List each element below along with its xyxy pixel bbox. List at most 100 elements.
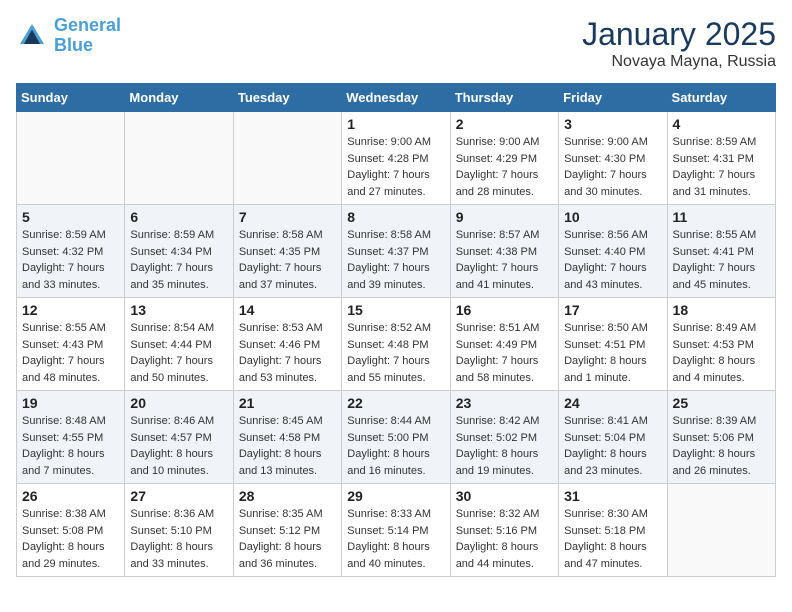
week-row-1: 1 Sunrise: 9:00 AM Sunset: 4:28 PM Daylig… xyxy=(17,112,776,205)
calendar-table: SundayMondayTuesdayWednesdayThursdayFrid… xyxy=(16,83,776,577)
day-number: 2 xyxy=(456,116,553,132)
calendar-cell xyxy=(233,112,341,205)
calendar-cell: 29 Sunrise: 8:33 AM Sunset: 5:14 PM Dayli… xyxy=(342,484,450,577)
day-number: 20 xyxy=(130,395,227,411)
calendar-cell: 24Sunrise: 8:41 AM Sunset: 5:04 PM Dayli… xyxy=(559,391,667,484)
calendar-cell: 11 Sunrise: 8:55 AM Sunset: 4:41 PM Dayli… xyxy=(667,205,775,298)
weekday-header-saturday: Saturday xyxy=(667,84,775,112)
weekday-header-thursday: Thursday xyxy=(450,84,558,112)
day-number: 1 xyxy=(347,116,444,132)
day-info: Sunrise: 8:53 AM Sunset: 4:46 PM Dayligh… xyxy=(239,320,336,386)
week-row-5: 26Sunrise: 8:38 AM Sunset: 5:08 PM Dayli… xyxy=(17,484,776,577)
calendar-cell: 25Sunrise: 8:39 AM Sunset: 5:06 PM Dayli… xyxy=(667,391,775,484)
week-row-3: 12 Sunrise: 8:55 AM Sunset: 4:43 PM Dayli… xyxy=(17,298,776,391)
calendar-cell: 7 Sunrise: 8:58 AM Sunset: 4:35 PM Daylig… xyxy=(233,205,341,298)
day-number: 24 xyxy=(564,395,661,411)
calendar-cell: 31Sunrise: 8:30 AM Sunset: 5:18 PM Dayli… xyxy=(559,484,667,577)
weekday-header-row: SundayMondayTuesdayWednesdayThursdayFrid… xyxy=(17,84,776,112)
day-number: 13 xyxy=(130,302,227,318)
week-row-4: 19 Sunrise: 8:48 AM Sunset: 4:55 PM Dayli… xyxy=(17,391,776,484)
calendar-cell: 15 Sunrise: 8:52 AM Sunset: 4:48 PM Dayli… xyxy=(342,298,450,391)
day-info: Sunrise: 8:52 AM Sunset: 4:48 PM Dayligh… xyxy=(347,320,444,386)
page-header: General Blue January 2025 Novaya Mayna, … xyxy=(16,16,776,71)
day-info: Sunrise: 8:42 AM Sunset: 5:02 PM Dayligh… xyxy=(456,413,553,479)
day-info: Sunrise: 9:00 AM Sunset: 4:28 PM Dayligh… xyxy=(347,134,444,200)
day-info: Sunrise: 8:48 AM Sunset: 4:55 PM Dayligh… xyxy=(22,413,119,479)
calendar-cell xyxy=(125,112,233,205)
calendar-cell: 30 Sunrise: 8:32 AM Sunset: 5:16 PM Dayli… xyxy=(450,484,558,577)
calendar-cell: 28Sunrise: 8:35 AM Sunset: 5:12 PM Dayli… xyxy=(233,484,341,577)
day-info: Sunrise: 8:59 AM Sunset: 4:32 PM Dayligh… xyxy=(22,227,119,293)
logo: General Blue xyxy=(16,16,121,56)
day-info: Sunrise: 8:45 AM Sunset: 4:58 PM Dayligh… xyxy=(239,413,336,479)
calendar-cell: 10 Sunrise: 8:56 AM Sunset: 4:40 PM Dayli… xyxy=(559,205,667,298)
day-number: 30 xyxy=(456,488,553,504)
day-info: Sunrise: 8:54 AM Sunset: 4:44 PM Dayligh… xyxy=(130,320,227,386)
day-info: Sunrise: 8:55 AM Sunset: 4:43 PM Dayligh… xyxy=(22,320,119,386)
day-info: Sunrise: 8:44 AM Sunset: 5:00 PM Dayligh… xyxy=(347,413,444,479)
calendar-cell: 6 Sunrise: 8:59 AM Sunset: 4:34 PM Daylig… xyxy=(125,205,233,298)
weekday-header-wednesday: Wednesday xyxy=(342,84,450,112)
calendar-cell xyxy=(17,112,125,205)
day-info: Sunrise: 8:56 AM Sunset: 4:40 PM Dayligh… xyxy=(564,227,661,293)
calendar-cell: 18 Sunrise: 8:49 AM Sunset: 4:53 PM Dayli… xyxy=(667,298,775,391)
month-title: January 2025 xyxy=(582,16,776,53)
day-number: 9 xyxy=(456,209,553,225)
calendar-cell: 13 Sunrise: 8:54 AM Sunset: 4:44 PM Dayli… xyxy=(125,298,233,391)
day-info: Sunrise: 8:59 AM Sunset: 4:34 PM Dayligh… xyxy=(130,227,227,293)
day-number: 10 xyxy=(564,209,661,225)
day-info: Sunrise: 8:35 AM Sunset: 5:12 PM Dayligh… xyxy=(239,506,336,572)
day-number: 5 xyxy=(22,209,119,225)
calendar-cell: 21 Sunrise: 8:45 AM Sunset: 4:58 PM Dayli… xyxy=(233,391,341,484)
day-number: 6 xyxy=(130,209,227,225)
calendar-cell: 20 Sunrise: 8:46 AM Sunset: 4:57 PM Dayli… xyxy=(125,391,233,484)
calendar-cell: 27 Sunrise: 8:36 AM Sunset: 5:10 PM Dayli… xyxy=(125,484,233,577)
logo-text: General Blue xyxy=(54,16,121,56)
day-number: 15 xyxy=(347,302,444,318)
day-number: 29 xyxy=(347,488,444,504)
day-info: Sunrise: 8:58 AM Sunset: 4:35 PM Dayligh… xyxy=(239,227,336,293)
calendar-cell: 5 Sunrise: 8:59 AM Sunset: 4:32 PM Daylig… xyxy=(17,205,125,298)
calendar-cell: 23 Sunrise: 8:42 AM Sunset: 5:02 PM Dayli… xyxy=(450,391,558,484)
day-info: Sunrise: 8:46 AM Sunset: 4:57 PM Dayligh… xyxy=(130,413,227,479)
day-number: 27 xyxy=(130,488,227,504)
day-info: Sunrise: 8:38 AM Sunset: 5:08 PM Dayligh… xyxy=(22,506,119,572)
day-number: 21 xyxy=(239,395,336,411)
day-number: 19 xyxy=(22,395,119,411)
day-number: 7 xyxy=(239,209,336,225)
calendar-cell: 1 Sunrise: 9:00 AM Sunset: 4:28 PM Daylig… xyxy=(342,112,450,205)
title-area: January 2025 Novaya Mayna, Russia xyxy=(582,16,776,71)
day-number: 23 xyxy=(456,395,553,411)
location: Novaya Mayna, Russia xyxy=(582,53,776,71)
day-number: 17 xyxy=(564,302,661,318)
day-info: Sunrise: 9:00 AM Sunset: 4:29 PM Dayligh… xyxy=(456,134,553,200)
day-number: 14 xyxy=(239,302,336,318)
day-info: Sunrise: 8:30 AM Sunset: 5:18 PM Dayligh… xyxy=(564,506,661,572)
logo-icon xyxy=(16,20,48,52)
day-number: 12 xyxy=(22,302,119,318)
weekday-header-tuesday: Tuesday xyxy=(233,84,341,112)
day-number: 11 xyxy=(673,209,770,225)
day-info: Sunrise: 8:49 AM Sunset: 4:53 PM Dayligh… xyxy=(673,320,770,386)
day-info: Sunrise: 8:57 AM Sunset: 4:38 PM Dayligh… xyxy=(456,227,553,293)
calendar-cell: 22 Sunrise: 8:44 AM Sunset: 5:00 PM Dayli… xyxy=(342,391,450,484)
day-number: 16 xyxy=(456,302,553,318)
calendar-cell: 8Sunrise: 8:58 AM Sunset: 4:37 PM Daylig… xyxy=(342,205,450,298)
day-info: Sunrise: 8:33 AM Sunset: 5:14 PM Dayligh… xyxy=(347,506,444,572)
weekday-header-monday: Monday xyxy=(125,84,233,112)
day-info: Sunrise: 8:58 AM Sunset: 4:37 PM Dayligh… xyxy=(347,227,444,293)
day-number: 22 xyxy=(347,395,444,411)
calendar-cell xyxy=(667,484,775,577)
calendar-cell: 26Sunrise: 8:38 AM Sunset: 5:08 PM Dayli… xyxy=(17,484,125,577)
day-info: Sunrise: 8:32 AM Sunset: 5:16 PM Dayligh… xyxy=(456,506,553,572)
day-number: 4 xyxy=(673,116,770,132)
weekday-header-friday: Friday xyxy=(559,84,667,112)
day-number: 18 xyxy=(673,302,770,318)
day-info: Sunrise: 8:55 AM Sunset: 4:41 PM Dayligh… xyxy=(673,227,770,293)
calendar-cell: 4 Sunrise: 8:59 AM Sunset: 4:31 PM Daylig… xyxy=(667,112,775,205)
week-row-2: 5 Sunrise: 8:59 AM Sunset: 4:32 PM Daylig… xyxy=(17,205,776,298)
day-info: Sunrise: 8:36 AM Sunset: 5:10 PM Dayligh… xyxy=(130,506,227,572)
day-info: Sunrise: 8:59 AM Sunset: 4:31 PM Dayligh… xyxy=(673,134,770,200)
calendar-cell: 12 Sunrise: 8:55 AM Sunset: 4:43 PM Dayli… xyxy=(17,298,125,391)
calendar-cell: 9 Sunrise: 8:57 AM Sunset: 4:38 PM Daylig… xyxy=(450,205,558,298)
